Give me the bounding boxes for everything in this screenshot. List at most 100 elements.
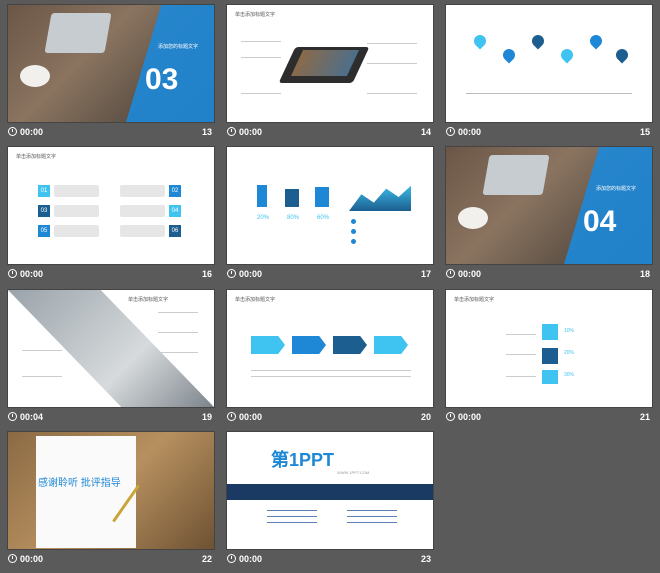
slide-number: 15 bbox=[639, 127, 650, 137]
logo-url: WWW.1PPT.COM bbox=[337, 470, 370, 475]
slide-footer: 00:00 18 bbox=[446, 267, 652, 283]
clock-icon bbox=[8, 127, 17, 136]
area-chart bbox=[349, 185, 411, 211]
clock-icon bbox=[446, 412, 455, 421]
cube-block bbox=[542, 348, 558, 364]
slide-title: 单击添加标题文字 bbox=[16, 154, 57, 160]
slide-number: 14 bbox=[420, 127, 431, 137]
slide-footer: 00:00 13 bbox=[8, 125, 214, 141]
pin-icon bbox=[613, 46, 631, 64]
pin-icon bbox=[500, 46, 518, 64]
slide-footer: 00:00 14 bbox=[227, 125, 433, 141]
slide-preview: 感谢聆听 批评指导 bbox=[8, 432, 214, 549]
clock-icon bbox=[446, 269, 455, 278]
slide-thumb-17[interactable]: 20% 80% 60% 00:00 17 bbox=[227, 147, 433, 284]
slide-footer: 00:00 22 bbox=[8, 552, 214, 568]
clock-icon bbox=[227, 269, 236, 278]
slide-preview: 20% 80% 60% bbox=[227, 147, 433, 264]
box-01: 01 bbox=[38, 185, 50, 197]
pin-icon bbox=[587, 32, 605, 50]
slide-preview: 单击添加标题文字 bbox=[227, 290, 433, 407]
section-number: 04 bbox=[583, 205, 617, 238]
timing: 00:00 bbox=[8, 127, 43, 137]
slide-number: 16 bbox=[201, 269, 212, 279]
box-02: 02 bbox=[169, 185, 181, 197]
pin-icon bbox=[558, 46, 576, 64]
arrow-step bbox=[292, 336, 326, 354]
slide-number: 13 bbox=[201, 127, 212, 137]
percent-label: 60% bbox=[317, 215, 330, 221]
percent-label: 80% bbox=[287, 215, 300, 221]
slide-thumb-23[interactable]: 第1PPT WWW.1PPT.COM 00:00 23 bbox=[227, 432, 433, 569]
slide-number: 22 bbox=[201, 554, 212, 564]
cube-block bbox=[542, 370, 558, 384]
slide-title: 单击添加标题文字 bbox=[235, 297, 276, 303]
slide-footer: 00:00 17 bbox=[227, 267, 433, 283]
section-caption: 添加您的标题文字 bbox=[596, 186, 637, 192]
slide-preview bbox=[446, 5, 652, 122]
slide-footer: 00:00 15 bbox=[446, 125, 652, 141]
slide-title: 单击添加标题文字 bbox=[235, 12, 276, 18]
slide-thumb-21[interactable]: 单击添加标题文字 10% 20% 30% 00:00 21 bbox=[446, 290, 652, 427]
slide-thumb-22[interactable]: 感谢聆听 批评指导 00:00 22 bbox=[8, 432, 214, 569]
coffee-cup-icon bbox=[458, 207, 488, 229]
slide-footer: 00:00 16 bbox=[8, 267, 214, 283]
slide-number: 21 bbox=[639, 412, 650, 422]
slide-thumb-15[interactable]: 00:00 15 bbox=[446, 5, 652, 142]
box-03: 03 bbox=[38, 205, 50, 217]
slide-thumb-13[interactable]: 03 添加您的标题文字 00:00 13 bbox=[8, 5, 214, 142]
arrow-step bbox=[374, 336, 408, 354]
slide-number: 20 bbox=[420, 412, 431, 422]
slide-title: 单击添加标题文字 bbox=[128, 297, 169, 303]
clock-icon bbox=[227, 412, 236, 421]
slide-preview: 单击添加标题文字 10% 20% 30% bbox=[446, 290, 652, 407]
cube-block bbox=[542, 324, 558, 340]
slide-number: 18 bbox=[639, 269, 650, 279]
pin-icon bbox=[529, 32, 547, 50]
slide-preview: 03 添加您的标题文字 bbox=[8, 5, 214, 122]
percent-label: 20% bbox=[564, 350, 575, 356]
factory-icon bbox=[315, 187, 329, 207]
section-caption: 添加您的标题文字 bbox=[158, 44, 199, 50]
arrow-step bbox=[251, 336, 285, 354]
slide-preview: 04 添加您的标题文字 bbox=[446, 147, 652, 264]
slide-thumb-18[interactable]: 04 添加您的标题文字 00:00 18 bbox=[446, 147, 652, 284]
slide-thumb-16[interactable]: 单击添加标题文字 01 03 05 02 04 06 00:00 16 bbox=[8, 147, 214, 284]
arrow-step bbox=[333, 336, 367, 354]
clock-icon bbox=[446, 127, 455, 136]
coffee-cup-icon bbox=[20, 65, 50, 87]
info-banner bbox=[227, 484, 433, 500]
slide-preview: 单击添加标题文字 bbox=[227, 5, 433, 122]
box-06: 06 bbox=[169, 225, 181, 237]
clock-icon bbox=[8, 554, 17, 563]
slide-thumb-19[interactable]: 单击添加标题文字 00:04 19 bbox=[8, 290, 214, 427]
laptop-photo bbox=[8, 290, 214, 407]
slide-title: 单击添加标题文字 bbox=[454, 297, 495, 303]
clock-icon bbox=[227, 127, 236, 136]
slide-footer: 00:04 19 bbox=[8, 410, 214, 426]
box-05: 05 bbox=[38, 225, 50, 237]
clock-icon bbox=[227, 554, 236, 563]
slide-footer: 00:00 20 bbox=[227, 410, 433, 426]
percent-label: 30% bbox=[564, 372, 575, 378]
slide-grid: 03 添加您的标题文字 00:00 13 单击添加标题文字 00:00 14 0… bbox=[0, 0, 660, 573]
notepad-image bbox=[36, 436, 136, 548]
slide-preview: 单击添加标题文字 01 03 05 02 04 06 bbox=[8, 147, 214, 264]
pump-icon bbox=[285, 189, 299, 207]
slide-number: 23 bbox=[420, 554, 431, 564]
slide-thumb-20[interactable]: 单击添加标题文字 00:00 20 bbox=[227, 290, 433, 427]
slide-footer: 00:00 23 bbox=[227, 552, 433, 568]
box-04: 04 bbox=[169, 205, 181, 217]
percent-label: 10% bbox=[564, 328, 575, 334]
logo: 第1PPT bbox=[271, 450, 335, 470]
pin-icon bbox=[471, 32, 489, 50]
slide-thumb-14[interactable]: 单击添加标题文字 00:00 14 bbox=[227, 5, 433, 142]
slide-preview: 单击添加标题文字 bbox=[8, 290, 214, 407]
slide-number: 19 bbox=[201, 412, 212, 422]
clock-icon bbox=[8, 412, 17, 421]
slide-footer: 00:00 21 bbox=[446, 410, 652, 426]
clock-icon bbox=[8, 269, 17, 278]
percent-label: 20% bbox=[257, 215, 270, 221]
tower-icon bbox=[257, 185, 267, 207]
slide-preview: 第1PPT WWW.1PPT.COM bbox=[227, 432, 433, 549]
